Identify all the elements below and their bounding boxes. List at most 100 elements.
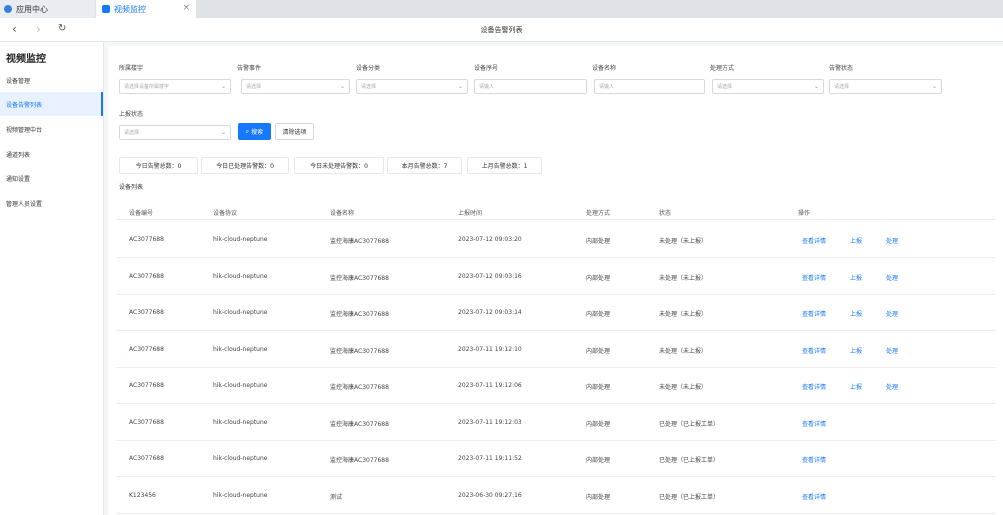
table-row: K123456 hik-cloud-neptune 测试 2023-06-30 09:… <box>116 478 996 514</box>
filter-label-device-serial: 设备序号 <box>474 65 499 72</box>
view-detail-link[interactable]: 查看详情 <box>802 236 826 245</box>
sidebar-item-video-center[interactable]: 视频管理中台 <box>0 117 103 141</box>
device-serial-input[interactable]: 请输入 <box>474 79 587 94</box>
cell-device-id: AC3077688 <box>129 345 164 353</box>
alarm-status-select[interactable]: 请选择 ⌄ <box>829 79 942 94</box>
page-title: 设备告警列表 <box>480 26 523 34</box>
tab-video-monitor[interactable]: 视频监控 × <box>96 0 196 18</box>
cell-report-time: 2023-07-12 09:03:20 <box>458 236 522 243</box>
section-title: 设备列表 <box>119 184 144 191</box>
report-link[interactable]: 上报 <box>850 309 862 318</box>
stat-last-month-total: 上月告警总数：1 <box>467 157 542 174</box>
table-row: AC3077688 hik-cloud-neptune 监控海康AC3077688 2… <box>116 259 996 295</box>
input-placeholder: 请输入 <box>479 84 495 90</box>
handle-link[interactable]: 处理 <box>886 346 898 355</box>
sidebar-item-admin-settings[interactable]: 管理人员设置 <box>0 191 103 215</box>
view-detail-link[interactable]: 查看详情 <box>802 309 826 318</box>
chevron-down-icon: ⌄ <box>220 129 226 136</box>
stat-today-total: 今日告警总数：0 <box>119 157 198 174</box>
cell-protocol: hik-cloud-neptune <box>213 491 268 499</box>
table-header <box>116 198 996 220</box>
column-header-report-time: 上报时间 <box>458 210 483 217</box>
building-select[interactable]: 请选择设备所属楼宇 ⌄ <box>119 79 231 94</box>
table-row: AC3077688 hik-cloud-neptune 监控海康AC3077688 2… <box>116 368 996 404</box>
column-header-handling: 处理方式 <box>586 210 611 217</box>
tab-app-center[interactable]: 应用中心 <box>0 0 95 18</box>
sidebar-item-device-management[interactable]: 设备管理 <box>0 68 103 92</box>
filter-label-report-status: 上报状态 <box>119 111 144 118</box>
cell-device-name: 监控海康AC3077688 <box>330 311 389 318</box>
cell-handling: 内部处理 <box>586 311 611 318</box>
cell-status: 未处理（未上报） <box>659 274 708 282</box>
chevron-down-icon: ⌄ <box>813 83 819 90</box>
cell-handling: 内部处理 <box>586 493 611 501</box>
view-detail-link[interactable]: 查看详情 <box>802 492 826 501</box>
cell-device-name: 监控海康AC3077688 <box>330 274 389 282</box>
filter-label-device-category: 设备分类 <box>356 65 381 72</box>
cell-device-id: AC3077688 <box>129 309 164 316</box>
cell-device-id: AC3077688 <box>129 418 164 426</box>
cell-report-time: 2023-07-11 19:12:06 <box>458 382 522 389</box>
cell-protocol: hik-cloud-neptune <box>213 309 268 316</box>
cell-device-id: AC3077688 <box>129 455 164 462</box>
tab-label: 视频监控 <box>114 4 146 14</box>
alarm-event-select[interactable]: 请选择 ⌄ <box>241 79 350 94</box>
stat-month-total: 本月告警总数：7 <box>387 157 462 174</box>
handle-link[interactable]: 处理 <box>886 309 898 318</box>
cell-protocol: hik-cloud-neptune <box>213 236 268 243</box>
cell-handling: 内部处理 <box>586 384 611 391</box>
select-placeholder: 请选择 <box>834 84 850 90</box>
cell-status: 未处理（未上报） <box>659 311 708 318</box>
search-button[interactable]: ⌕ 搜索 <box>238 123 271 140</box>
report-link[interactable]: 上报 <box>850 382 862 391</box>
cell-report-time: 2023-07-12 09:03:16 <box>458 272 522 280</box>
cell-handling: 内部处理 <box>586 347 611 355</box>
stat-today-handled: 今日已处理告警数：0 <box>201 157 289 174</box>
table-row: AC3077688 hik-cloud-neptune 监控海康AC3077688 2… <box>116 405 996 441</box>
handling-method-select[interactable]: 请选择 ⌄ <box>712 79 824 94</box>
device-name-input[interactable]: 请输入 <box>594 79 705 94</box>
cell-handling: 内部处理 <box>586 457 611 464</box>
sidebar-item-channel-list[interactable]: 通道列表 <box>0 142 103 166</box>
report-status-select[interactable]: 请选择 ⌄ <box>119 125 231 140</box>
view-detail-link[interactable]: 查看详情 <box>802 346 826 355</box>
handle-link[interactable]: 处理 <box>886 382 898 391</box>
select-placeholder: 请选择设备所属楼宇 <box>124 84 170 90</box>
column-header-protocol: 设备协议 <box>213 210 238 217</box>
cell-device-name: 监控海康AC3077688 <box>330 457 389 464</box>
cell-protocol: hik-cloud-neptune <box>213 382 268 389</box>
report-link[interactable]: 上报 <box>850 273 862 282</box>
column-header-status: 状态 <box>659 210 672 217</box>
sidebar-item-notification-settings[interactable]: 通知设置 <box>0 166 103 190</box>
report-link[interactable]: 上报 <box>850 236 862 245</box>
clear-filters-button[interactable]: 清除选项 <box>275 123 314 140</box>
sidebar-item-alarm-list[interactable]: 设备告警列表 <box>0 92 103 116</box>
column-header-device-name: 设备名称 <box>330 210 355 217</box>
cell-device-id: AC3077688 <box>129 272 164 280</box>
view-detail-link[interactable]: 查看详情 <box>802 273 826 282</box>
cell-status: 已处理（已上报工单） <box>659 457 720 464</box>
device-category-select[interactable]: 请选择 ⌄ <box>356 79 468 94</box>
filter-label-alarm-event: 告警事件 <box>237 65 262 72</box>
view-detail-link[interactable]: 查看详情 <box>802 382 826 391</box>
cell-report-time: 2023-07-11 19:12:10 <box>458 345 522 353</box>
cell-status: 已处理（已上报工单） <box>659 420 720 428</box>
cell-status: 未处理（未上报） <box>659 347 708 355</box>
view-detail-link[interactable]: 查看详情 <box>802 419 826 428</box>
column-header-actions: 操作 <box>798 210 811 217</box>
handle-link[interactable]: 处理 <box>886 236 898 245</box>
close-icon[interactable]: × <box>182 3 190 13</box>
cell-status: 未处理（未上报） <box>659 238 708 245</box>
browser-tab-bar: 应用中心 视频监控 × <box>0 0 1003 18</box>
column-header-device-id: 设备编号 <box>129 210 154 217</box>
handle-link[interactable]: 处理 <box>886 273 898 282</box>
cell-protocol: hik-cloud-neptune <box>213 455 268 462</box>
cell-device-id: K123456 <box>129 491 156 499</box>
select-placeholder: 请选择 <box>246 84 262 90</box>
chevron-down-icon: ⌄ <box>457 83 463 90</box>
filter-label-device-name: 设备名称 <box>592 65 617 72</box>
view-detail-link[interactable]: 查看详情 <box>802 455 826 464</box>
report-link[interactable]: 上报 <box>850 346 862 355</box>
select-placeholder: 请选择 <box>717 84 733 90</box>
cell-device-name: 监控海康AC3077688 <box>330 238 389 245</box>
